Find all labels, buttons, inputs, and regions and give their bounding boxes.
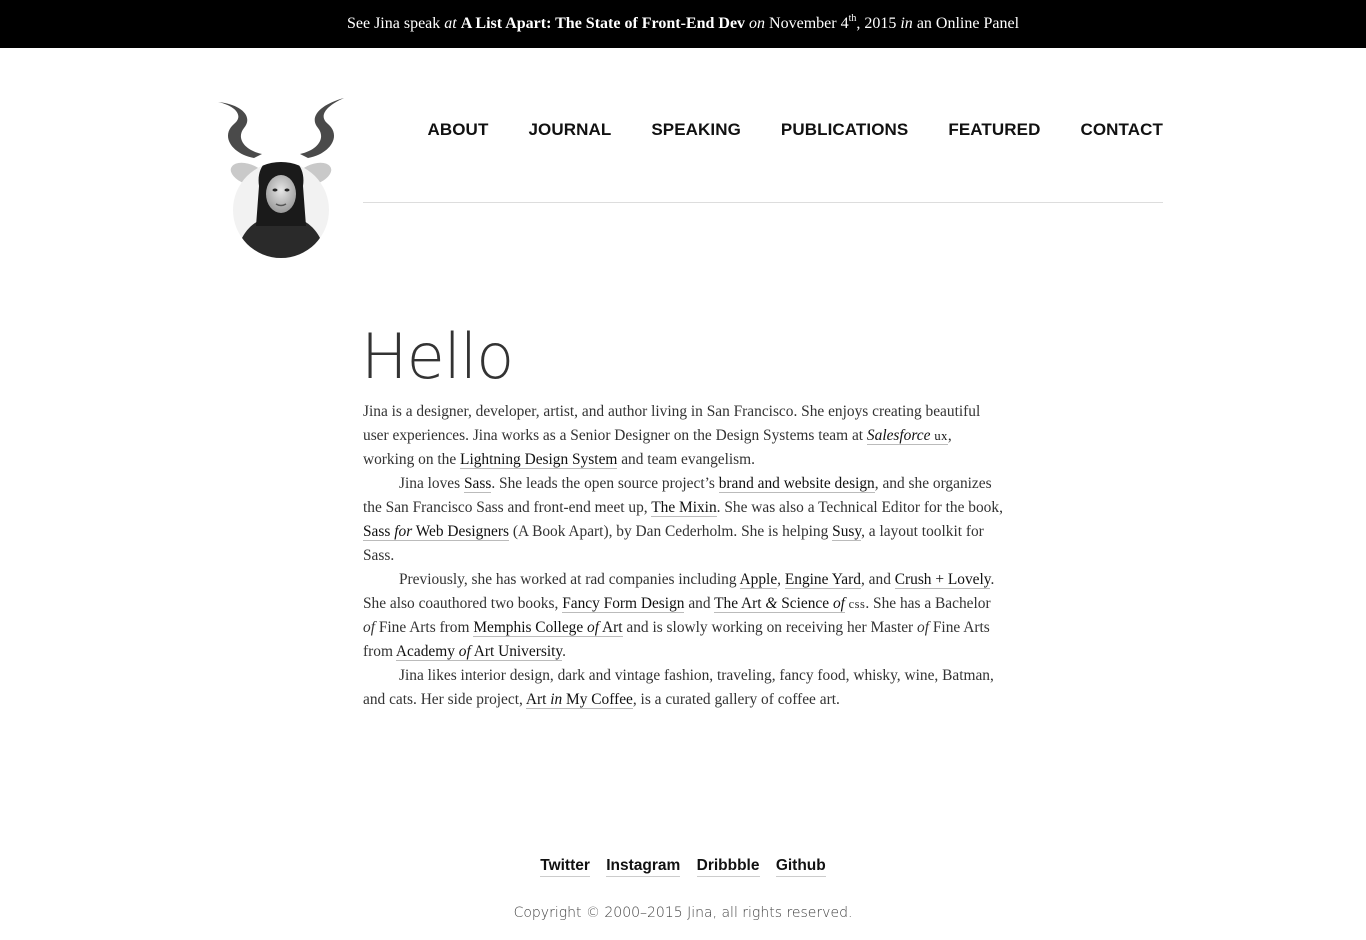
bio-text-span: . She has a Bachelor [865,595,991,612]
link-art-in-my-coffee[interactable]: Art in My Coffee [525,691,633,709]
academy-a: Academy [395,643,459,660]
nav-speaking[interactable]: SPEAKING [651,120,741,144]
social-links: Twitter Instagram Dribbble Github [0,857,1366,877]
link-apple[interactable]: Apple [739,571,778,589]
link-github[interactable]: Github [775,857,826,877]
art-title-b: Science [777,595,833,612]
bio-text-span: , is a curated gallery of coffee art. [632,691,840,708]
bio-text-span: Previously, she has worked at rad compan… [399,571,740,588]
link-engine-yard[interactable]: Engine Yard [784,571,861,589]
book-title-b: Web Designers [412,523,509,540]
copyright: Copyright © 2000–2015 Jina, all rights r… [513,905,853,921]
bio-paragraph-1: Jina is a designer, developer, artist, a… [363,400,1003,472]
nav-publications[interactable]: PUBLICATIONS [781,120,908,144]
nav-journal[interactable]: JOURNAL [528,120,611,144]
memphis-b: Art [599,619,623,636]
bio-text-span: . She was also a Technical Editor for th… [716,499,1003,516]
bio-text-span: and [684,595,715,612]
link-salesforce-label: Salesforce [866,427,931,444]
header-divider [363,202,1163,203]
bio-text-span: and team evangelism. [617,451,755,468]
link-instagram[interactable]: Instagram [606,857,681,877]
art-title-of: of [832,595,845,612]
link-crush-lovely[interactable]: Crush + Lovely [894,571,991,589]
bio-text-span: Fine Arts from [374,619,474,636]
banner-text: See Jina speak [346,15,445,32]
banner-at: at [444,15,457,32]
bio-text-span: Jina loves [399,475,464,492]
nav-featured[interactable]: FEATURED [948,120,1040,144]
bio-paragraph-2: Jina loves Sass. She leads the open sour… [363,472,1003,568]
link-salesforce-ux: ux [934,429,948,443]
link-fancy-form-design[interactable]: Fancy Form Design [562,595,685,613]
bio-text-span: , and [860,571,895,588]
banner-location: an Online Panel [912,15,1020,32]
link-susy[interactable]: Susy [832,523,862,541]
bio-text-of: of [363,619,375,636]
aimc-in: in [550,691,563,708]
bio-text-span: . [562,643,566,660]
main-nav: ABOUT JOURNAL SPEAKING PUBLICATIONS FEAT… [363,120,1163,144]
bio-text-span: . She leads the open source project’s [491,475,719,492]
logo-portrait[interactable] [214,96,348,258]
banner-date-year: , 2015 [856,15,901,32]
art-title-amp: & [765,595,778,612]
academy-of: of [458,643,471,660]
bio-paragraph-4: Jina likes interior design, dark and vin… [363,664,1003,712]
banner-date: November 4 [765,15,849,32]
link-memphis-college[interactable]: Memphis College of Art [473,619,623,637]
link-academy-of-art[interactable]: Academy of Art University [395,643,563,661]
art-title-a: The Art [714,595,766,612]
bio-text-span: , [777,571,785,588]
bio-text-span: and is slowly working on receiving her M… [622,619,918,636]
memphis-of: of [587,619,600,636]
bio-text-of: of [917,619,930,636]
aimc-a: Art [525,691,551,708]
art-title-css: css [844,597,866,611]
banner-event-link[interactable]: A List Apart: The State of Front-End Dev [461,15,745,32]
page-title: Hello [361,320,514,393]
bio-text: Jina is a designer, developer, artist, a… [363,400,1003,712]
book-title-a: Sass [363,523,395,540]
aimc-b: My Coffee [562,691,633,708]
bio-paragraph-3: Previously, she has worked at rad compan… [363,568,1003,664]
link-sass-for-web-designers[interactable]: Sass for Web Designers [363,523,509,541]
right-horn-icon [300,98,344,158]
link-dribbble[interactable]: Dribbble [696,857,760,877]
link-sass[interactable]: Sass [463,475,492,493]
link-lightning-design-system[interactable]: Lightning Design System [460,451,618,469]
left-horn-icon [218,102,262,158]
link-brand-design[interactable]: brand and website design [718,475,875,493]
link-twitter[interactable]: Twitter [540,857,590,877]
link-salesforce[interactable]: Salesforce ux [866,427,948,445]
bio-text-span: (A Book Apart), by Dan Cederholm. She is… [508,523,833,540]
link-art-science-css[interactable]: The Art & Science of [714,595,845,613]
nav-contact[interactable]: CONTACT [1080,120,1163,144]
memphis-a: Memphis College [473,619,588,636]
book-title-for: for [394,523,413,540]
banner-in: in [900,15,913,32]
nav-about[interactable]: ABOUT [427,120,488,144]
academy-b: Art University [470,643,563,660]
event-banner: See Jina speak at A List Apart: The Stat… [0,0,1366,48]
link-the-mixin[interactable]: The Mixin [651,499,717,517]
banner-on: on [749,15,766,32]
